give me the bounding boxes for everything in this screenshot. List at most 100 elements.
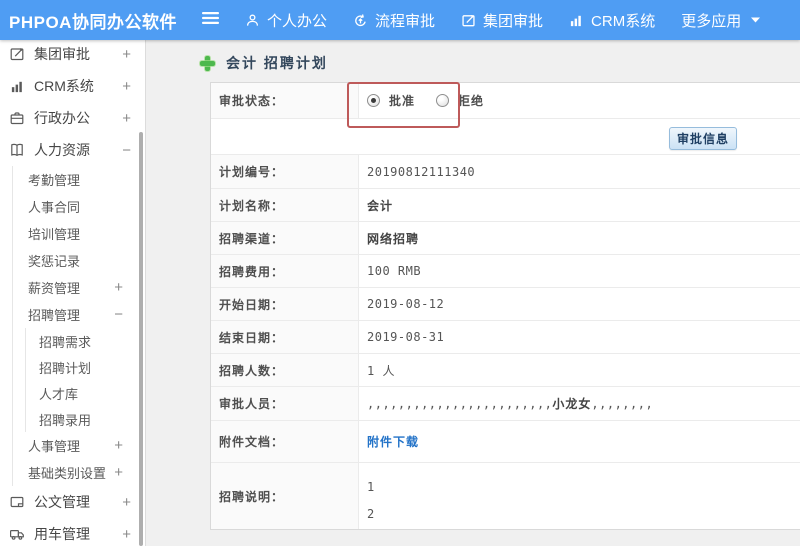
app-window: PHPOA协同办公软件 个人办公 流程审批 集团审批 CRM系统 更多应用 集团… bbox=[0, 0, 800, 546]
recruit-submenu: 招聘需求 招聘计划 人才库 招聘录用 bbox=[25, 328, 123, 432]
truck-icon bbox=[8, 526, 26, 542]
sidebar-item-hr-contract[interactable]: 人事合同 bbox=[13, 193, 123, 220]
approval-button-row: 审批信息 bbox=[211, 119, 800, 155]
green-plus-icon bbox=[200, 55, 215, 71]
hamburger-icon bbox=[202, 11, 219, 30]
sidebar-item-human-resources[interactable]: 人力资源 − bbox=[0, 134, 145, 166]
nav-item-group-approval[interactable]: 集团审批 bbox=[461, 10, 543, 31]
field-label: 招聘费用： bbox=[211, 255, 359, 287]
headcount-value: 1 人 bbox=[367, 363, 395, 378]
sidebar-item-group-approval[interactable]: 集团审批 + bbox=[0, 40, 145, 70]
approval-info-button[interactable]: 审批信息 bbox=[669, 127, 737, 150]
field-label: 开始日期： bbox=[211, 288, 359, 320]
field-label: 附件文档： bbox=[211, 421, 359, 462]
table-row: 审批人员： ,,,,,,,,,,,,,,,,,,,,,,,, 小龙女,,,,,,,… bbox=[211, 387, 800, 421]
expand-toggle[interactable]: + bbox=[122, 495, 131, 510]
top-navigation: 个人办公 流程审批 集团审批 CRM系统 更多应用 bbox=[202, 0, 786, 40]
edit-square-icon bbox=[8, 46, 26, 62]
collapse-toggle[interactable]: − bbox=[122, 143, 131, 158]
radio-reject[interactable] bbox=[436, 94, 450, 107]
hamburger-menu-button[interactable] bbox=[202, 11, 219, 30]
expand-toggle[interactable]: + bbox=[114, 438, 123, 453]
plan-name-value: 会计 bbox=[367, 198, 394, 213]
expand-toggle[interactable]: + bbox=[122, 111, 131, 126]
recruit-note-line: 2 bbox=[367, 507, 375, 521]
field-label: 结束日期： bbox=[211, 321, 359, 353]
expand-toggle[interactable]: + bbox=[122, 527, 131, 542]
bar-chart-icon bbox=[569, 13, 584, 28]
field-label: 审批状态： bbox=[211, 83, 359, 118]
table-row: 结束日期： 2019-08-31 bbox=[211, 321, 800, 354]
table-row: 招聘说明： 1 2 bbox=[211, 463, 800, 529]
recruit-channel-value: 网络招聘 bbox=[367, 231, 420, 246]
main-content: 会计 招聘计划 审批状态： 批准 拒绝 审批信息 计划编号： 201908121… bbox=[147, 40, 800, 546]
expand-toggle[interactable]: + bbox=[114, 465, 123, 480]
approver-commas-suffix: ,,,,,,,, bbox=[591, 396, 654, 411]
nav-item-label: 流程审批 bbox=[375, 12, 436, 30]
approver-commas-prefix: ,,,,,,,,,,,,,,,,,,,,,,,, bbox=[367, 396, 553, 411]
recruit-note-line: 1 bbox=[367, 480, 375, 494]
sidebar-item-recruit-hiring[interactable]: 招聘录用 bbox=[26, 406, 123, 432]
table-row: 开始日期： 2019-08-12 bbox=[211, 288, 800, 321]
sidebar-item-recruit-mgmt[interactable]: 招聘管理 − bbox=[13, 301, 123, 328]
chevron-down-icon bbox=[751, 17, 761, 23]
field-label: 招聘说明： bbox=[211, 463, 359, 529]
field-label: 计划名称： bbox=[211, 189, 359, 221]
expand-toggle[interactable]: + bbox=[114, 280, 123, 295]
radio-reject-label[interactable]: 拒绝 bbox=[458, 92, 484, 109]
briefcase-icon bbox=[8, 110, 26, 126]
sidebar: 集团审批 + CRM系统 + 行政办公 + 人力资源 − 考勤管理 人事合同 培… bbox=[0, 40, 146, 546]
topbar: PHPOA协同办公软件 个人办公 流程审批 集团审批 CRM系统 更多应用 bbox=[0, 0, 800, 40]
table-row: 附件文档： 附件下载 bbox=[211, 421, 800, 463]
expand-toggle[interactable]: + bbox=[122, 47, 131, 62]
sidebar-item-base-category-settings[interactable]: 基础类别设置 + bbox=[13, 459, 123, 486]
page-title: 会计 招聘计划 bbox=[226, 55, 328, 71]
nav-item-label: 集团审批 bbox=[483, 12, 544, 30]
sidebar-item-training-mgmt[interactable]: 培训管理 bbox=[13, 220, 123, 247]
collapse-toggle[interactable]: − bbox=[114, 307, 123, 322]
sidebar-item-reward-punish-records[interactable]: 奖惩记录 bbox=[13, 247, 123, 274]
start-date-value: 2019-08-12 bbox=[367, 297, 445, 311]
page-title-bar: 会计 招聘计划 bbox=[200, 53, 328, 73]
workflow-arrow-icon bbox=[353, 13, 368, 28]
hr-submenu: 考勤管理 人事合同 培训管理 奖惩记录 薪资管理 + 招聘管理 − 招聘需求 招… bbox=[12, 166, 145, 486]
sidebar-item-recruit-plan[interactable]: 招聘计划 bbox=[26, 354, 123, 380]
sidebar-item-crm-system[interactable]: CRM系统 + bbox=[0, 70, 145, 102]
person-icon bbox=[245, 13, 260, 28]
sidebar-item-admin-office[interactable]: 行政办公 + bbox=[0, 102, 145, 134]
radio-approve[interactable] bbox=[367, 94, 380, 107]
table-row: 招聘费用： 100 RMB bbox=[211, 255, 800, 288]
app-logo: PHPOA协同办公软件 bbox=[9, 12, 177, 32]
field-label: 审批人员： bbox=[211, 387, 359, 420]
plan-number-value: 20190812111340 bbox=[367, 164, 476, 179]
sidebar-item-talent-pool[interactable]: 人才库 bbox=[26, 380, 123, 406]
nav-item-personal-office[interactable]: 个人办公 bbox=[245, 10, 327, 31]
edit-square-icon bbox=[461, 13, 476, 28]
nav-item-workflow-approval[interactable]: 流程审批 bbox=[353, 10, 435, 31]
table-row: 招聘人数： 1 人 bbox=[211, 354, 800, 387]
nav-item-crm-system[interactable]: CRM系统 bbox=[569, 10, 655, 31]
sidebar-item-salary-mgmt[interactable]: 薪资管理 + bbox=[13, 274, 123, 301]
sidebar-item-vehicle-mgmt[interactable]: 用车管理 + bbox=[0, 518, 145, 546]
sidebar-item-attendance-mgmt[interactable]: 考勤管理 bbox=[13, 166, 123, 193]
recruit-plan-form: 审批状态： 批准 拒绝 审批信息 计划编号： 20190812111340 计划… bbox=[210, 82, 800, 530]
approval-radio-group: 批准 拒绝 bbox=[367, 92, 496, 109]
field-label: 招聘渠道： bbox=[211, 222, 359, 254]
approver-name: 小龙女 bbox=[552, 397, 592, 411]
nav-item-more-apps[interactable]: 更多应用 bbox=[681, 10, 761, 31]
attachment-download-link[interactable]: 附件下载 bbox=[367, 433, 419, 450]
bar-chart-icon bbox=[8, 79, 26, 94]
sidebar-item-personnel-mgmt[interactable]: 人事管理 + bbox=[13, 432, 123, 459]
sidebar-item-recruit-demand[interactable]: 招聘需求 bbox=[26, 328, 123, 354]
book-icon bbox=[8, 142, 26, 158]
sidebar-item-document-mgmt[interactable]: 公文管理 + bbox=[0, 486, 145, 518]
document-icon bbox=[8, 494, 26, 510]
field-label: 招聘人数： bbox=[211, 354, 359, 386]
recruit-cost-value: 100 RMB bbox=[367, 264, 422, 278]
expand-toggle[interactable]: + bbox=[122, 79, 131, 94]
nav-item-label: 个人办公 bbox=[267, 12, 328, 30]
radio-approve-label[interactable]: 批准 bbox=[389, 92, 415, 109]
nav-item-label: 更多应用 bbox=[681, 12, 742, 30]
approval-status-row: 审批状态： 批准 拒绝 bbox=[211, 83, 800, 119]
sidebar-scrollbar-thumb[interactable] bbox=[139, 132, 143, 546]
